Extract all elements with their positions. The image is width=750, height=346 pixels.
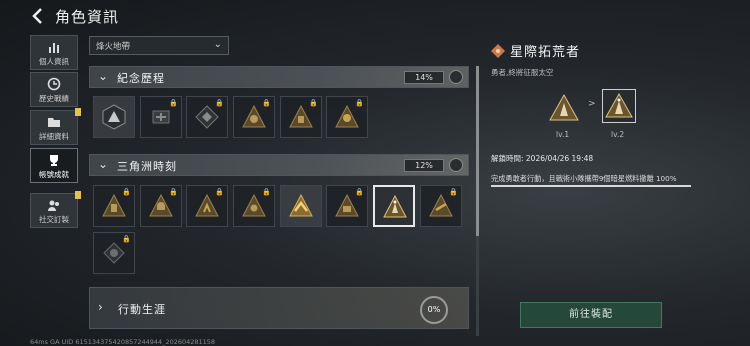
eagle-emblem-icon xyxy=(289,193,313,217)
category-header-commemorative[interactable]: ⌄ 紀念歷程 14% xyxy=(89,66,469,88)
achievement-tile[interactable]: 🔒 xyxy=(233,96,275,138)
condition-progress-bar xyxy=(491,185,691,187)
achievement-tile[interactable]: 🔒 xyxy=(140,96,182,138)
notification-badge xyxy=(75,108,81,116)
helmet-emblem-icon xyxy=(149,193,173,217)
shield-emblem-icon xyxy=(242,193,266,217)
history-icon[interactable] xyxy=(449,158,463,172)
sidebar-item-personal-info[interactable]: 個人資訊 xyxy=(30,35,78,70)
history-icon[interactable] xyxy=(449,70,463,84)
runner-emblem-icon xyxy=(195,193,219,217)
bar-chart-icon xyxy=(31,39,77,55)
category-progress: 14% xyxy=(404,71,444,84)
star-explorer-icon xyxy=(549,93,579,121)
hexagon-badge-icon xyxy=(102,104,126,130)
diamond-emblem-icon xyxy=(195,105,219,129)
mode-filter-dropdown[interactable]: 烽火地帶 ⌄ xyxy=(89,36,229,55)
page-title: 角色資訊 xyxy=(55,8,120,26)
achievement-tile[interactable]: 🔒 xyxy=(326,185,368,227)
level-from-label: lv.1 xyxy=(556,130,570,139)
category-title: 行動生涯 xyxy=(118,303,166,316)
achievement-tile[interactable]: 🔒 xyxy=(186,185,228,227)
achievement-tile[interactable]: 🔒 xyxy=(186,96,228,138)
category-progress-ring: 0% xyxy=(420,296,448,324)
level-2-badge xyxy=(602,89,636,123)
sidebar-item-label: 歷史戰績 xyxy=(39,94,69,103)
achievement-tile[interactable]: 🔒 xyxy=(140,185,182,227)
achievement-tile[interactable]: 🔒 xyxy=(93,232,135,274)
soldier-emblem-icon xyxy=(102,193,126,217)
achievement-tile[interactable]: 🔒 xyxy=(280,96,322,138)
sidebar-item-label: 個人資訊 xyxy=(39,57,69,66)
arrow-right-icon: > xyxy=(588,99,596,109)
achievement-diamond-icon xyxy=(491,43,505,58)
achievement-tile[interactable]: 🔒 xyxy=(420,185,462,227)
category-header-delta-moments[interactable]: ⌄ 三角洲時刻 12% xyxy=(89,154,469,176)
skull-emblem-icon xyxy=(242,104,266,128)
folder-icon xyxy=(31,114,77,130)
sidebar-item-label: 詳細資料 xyxy=(39,132,69,141)
chevron-down-icon: ⌄ xyxy=(98,69,109,83)
triangle-emblem-icon xyxy=(289,104,313,128)
level-to-label: lv.2 xyxy=(611,130,625,139)
chevron-down-icon: ⌄ xyxy=(213,39,222,50)
sidebar-item-achievements[interactable]: 帳號成就 xyxy=(30,148,78,183)
chevron-down-icon: ⌄ xyxy=(98,157,109,171)
crate-emblem-icon xyxy=(335,193,359,217)
achievement-tile[interactable]: 🔒 xyxy=(93,185,135,227)
sidebar-item-label: 社交訂製 xyxy=(39,215,69,224)
achievement-tile[interactable]: 🔒 xyxy=(233,185,275,227)
radar-emblem-icon xyxy=(103,242,125,264)
status-footer: 64ms GA UID 615134375420857244944_202604… xyxy=(30,338,216,346)
star-explorer-icon xyxy=(605,92,633,118)
category-header-career[interactable]: › 行動生涯 0% xyxy=(89,287,469,329)
achievement-tile[interactable] xyxy=(280,185,322,227)
go-equip-button[interactable]: 前往裝配 xyxy=(520,302,662,328)
social-icon xyxy=(31,197,77,213)
sidebar-item-details[interactable]: 詳細資料 xyxy=(30,108,81,145)
scrollbar-thumb[interactable] xyxy=(476,66,479,236)
sidebar-item-social[interactable]: 社交訂製 xyxy=(30,191,81,228)
level-1-badge xyxy=(547,91,581,125)
back-chevron-icon[interactable] xyxy=(30,7,46,25)
rifle-emblem-icon xyxy=(429,193,453,217)
sidebar-item-label: 帳號成就 xyxy=(39,170,69,179)
category-progress: 12% xyxy=(404,159,444,172)
chevron-right-icon: › xyxy=(98,300,103,314)
emblem-icon xyxy=(152,110,170,124)
achievement-title: 星際拓荒者 xyxy=(510,45,581,60)
skull-triangle-icon xyxy=(335,104,359,128)
achievement-tile[interactable]: 🔒 xyxy=(326,96,368,138)
unlock-time: 解鎖時間: 2026/04/26 19:48 xyxy=(491,154,594,163)
category-title: 三角洲時刻 xyxy=(117,160,177,173)
dropdown-selected-value: 烽火地帶 xyxy=(96,42,131,52)
achievement-description: 勇者,終將征服太空 xyxy=(491,68,554,77)
category-title: 紀念歷程 xyxy=(117,72,165,85)
notification-badge xyxy=(75,191,81,199)
trophy-icon xyxy=(31,152,77,168)
achievement-tile[interactable] xyxy=(93,96,135,138)
star-explorer-icon xyxy=(383,194,407,218)
clock-icon xyxy=(31,76,77,92)
sidebar-item-history[interactable]: 歷史戰績 xyxy=(30,72,78,107)
achievement-tile-selected[interactable] xyxy=(373,185,415,227)
